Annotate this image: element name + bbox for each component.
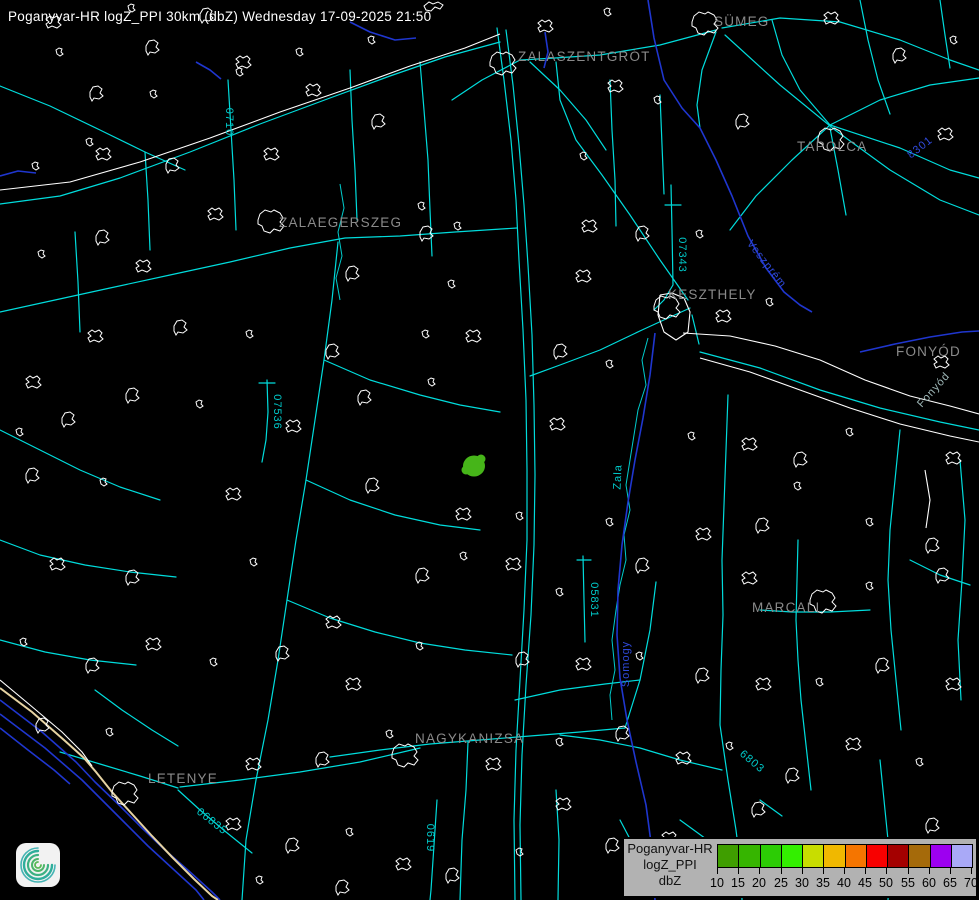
legend-color-cell — [718, 845, 738, 867]
met-service-logo — [16, 843, 60, 887]
legend-tick-value: 65 — [939, 876, 961, 890]
legend-tick — [908, 868, 909, 874]
road-label-07343: 07343 — [676, 237, 688, 273]
legend-station: Poganyvar-HR — [626, 841, 714, 857]
legend-color-cell — [951, 845, 972, 867]
city-label-tapolca: TAPOLCA — [797, 139, 867, 154]
legend-tick-value: 45 — [854, 876, 876, 890]
legend-tick-value: 25 — [770, 876, 792, 890]
radar-echo — [462, 455, 486, 477]
city-label-marcali: MARCALI — [752, 600, 820, 615]
legend-tick — [929, 868, 930, 874]
legend-tick — [738, 868, 739, 874]
city-label-nagykanizsa: NAGYKANIZSA — [415, 731, 524, 746]
legend-tick — [886, 868, 887, 874]
rivers-layer — [336, 184, 648, 720]
legend-unit: dbZ — [626, 873, 714, 889]
legend-tick-value: 60 — [918, 876, 940, 890]
legend-tick — [844, 868, 845, 874]
legend-color-cell — [845, 845, 866, 867]
city-label-letenye: LETENYE — [148, 771, 218, 786]
city-label-zalaszentgrot: ZALASZENTGRÓT — [518, 49, 651, 64]
legend-tick — [865, 868, 866, 874]
legend-color-cell — [908, 845, 929, 867]
legend-tick — [717, 868, 718, 874]
region-labels: Veszprém Somogy Zala Fonyód — [612, 238, 953, 687]
city-label-keszthely: KESZTHELY — [668, 287, 757, 302]
legend-color-cell — [781, 845, 802, 867]
road-label-06835: 06835 — [194, 806, 229, 837]
legend-tick — [781, 868, 782, 874]
city-label-sumeg: SÜMEG — [714, 14, 770, 29]
shore-label-fonyod: Fonyód — [915, 370, 952, 410]
legend-color-cell — [802, 845, 823, 867]
legend-color-cell — [866, 845, 887, 867]
legend-color-cell — [930, 845, 951, 867]
legend-panel: Poganyvar-HR logZ_PPI dbZ 10152025303540… — [622, 837, 978, 898]
legend-tick — [759, 868, 760, 874]
legend-product: logZ_PPI — [626, 857, 714, 873]
spiral-icon — [16, 843, 60, 887]
legend-tick-value: 30 — [791, 876, 813, 890]
region-label-somogy: Somogy — [620, 641, 632, 687]
legend-numbers: 10152025303540455055606570 — [717, 876, 973, 894]
legend-tick — [823, 868, 824, 874]
legend-color-cell — [887, 845, 908, 867]
road-label-0619: 0619 — [424, 824, 436, 852]
legend-color-cell — [823, 845, 844, 867]
legend-tick-value: 55 — [897, 876, 919, 890]
legend-tick-value: 70 — [960, 876, 979, 890]
settlements-layer — [16, 2, 971, 895]
legend-color-cell — [760, 845, 781, 867]
legend-tick-value: 20 — [748, 876, 770, 890]
city-label-fonyod: FONYÓD — [896, 344, 961, 359]
legend-tick-value: 35 — [812, 876, 834, 890]
legend-ticks — [717, 868, 973, 875]
radar-map: 07343 07536 05831 06835 6803 0619 0710 8… — [0, 0, 979, 900]
legend-tick — [971, 868, 972, 874]
legend-tick-value: 50 — [875, 876, 897, 890]
legend-tick — [950, 868, 951, 874]
legend-tick-value: 15 — [727, 876, 749, 890]
road-label-0710: 0710 — [223, 108, 235, 136]
legend-tick — [802, 868, 803, 874]
legend-tick-value: 40 — [833, 876, 855, 890]
roads-layer — [0, 0, 979, 900]
river-label-zala: Zala — [612, 464, 625, 490]
city-label-zalaegerszeg: ZALAEGERSZEG — [279, 215, 402, 230]
legend-tick-value: 10 — [706, 876, 728, 890]
radar-screen: 07343 07536 05831 06835 6803 0619 0710 8… — [0, 0, 979, 900]
legend-color-cell — [738, 845, 759, 867]
road-label-07536: 07536 — [271, 394, 283, 430]
radar-title: Poganyvar-HR logZ_PPI 30km (dbZ) Wednesd… — [8, 9, 431, 24]
legend-labels: Poganyvar-HR logZ_PPI dbZ — [626, 841, 714, 889]
road-label-6803: 6803 — [737, 748, 767, 776]
road-label-05831: 05831 — [588, 582, 600, 618]
region-label-veszprem: Veszprém — [744, 238, 789, 290]
legend-colorbar — [717, 844, 973, 868]
county-water-layer — [0, 0, 979, 900]
